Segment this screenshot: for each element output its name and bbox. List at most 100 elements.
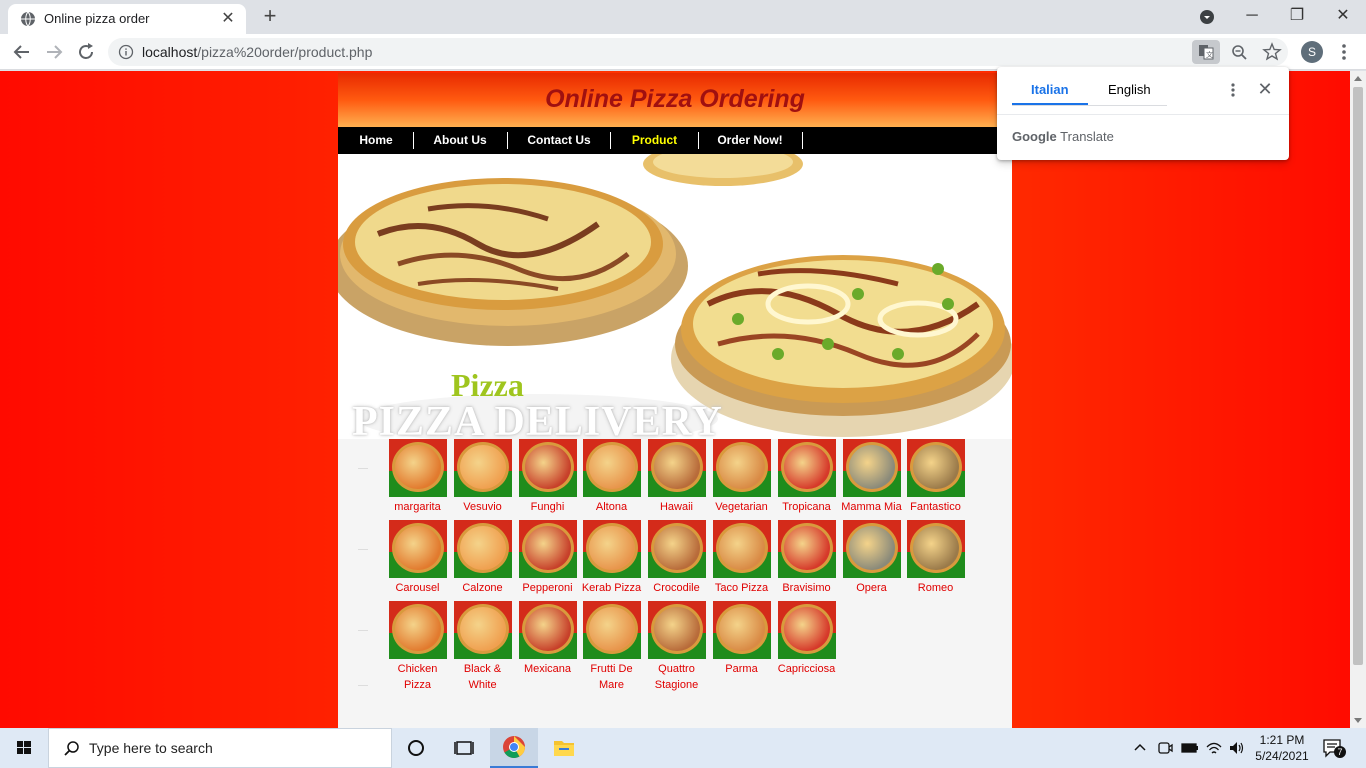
more-options-icon[interactable] xyxy=(1225,81,1241,99)
product-image[interactable] xyxy=(518,520,577,578)
volume-icon[interactable] xyxy=(1228,740,1246,756)
tab-close-icon[interactable]: ✕ xyxy=(218,9,238,29)
product-name[interactable]: Crocodile Pizza xyxy=(644,580,709,596)
product-item[interactable]: Bravisimo xyxy=(774,520,839,596)
product-name[interactable]: margarita xyxy=(385,499,450,515)
product-name[interactable]: Black & White xyxy=(450,661,515,693)
product-image[interactable] xyxy=(388,439,447,497)
close-popup-icon[interactable]: ✕ xyxy=(1255,79,1275,99)
task-view-icon[interactable] xyxy=(440,728,488,768)
zoom-icon[interactable] xyxy=(1226,40,1254,64)
page-scrollbar[interactable] xyxy=(1350,71,1366,728)
product-image[interactable] xyxy=(647,520,706,578)
product-item[interactable]: Fantastico xyxy=(903,439,968,515)
translate-tab-english[interactable]: English xyxy=(1108,82,1151,106)
new-tab-button[interactable]: + xyxy=(258,5,282,29)
product-image[interactable] xyxy=(388,601,447,659)
product-image[interactable] xyxy=(777,520,836,578)
product-item[interactable]: Chicken Pizza xyxy=(385,601,450,693)
cortana-icon[interactable] xyxy=(392,728,440,768)
product-item[interactable]: Altona xyxy=(579,439,644,515)
info-icon[interactable] xyxy=(118,44,134,60)
product-image[interactable] xyxy=(582,601,641,659)
product-item[interactable]: Kerab Pizza xyxy=(579,520,644,596)
product-name[interactable]: Tropicana xyxy=(774,499,839,515)
product-item[interactable]: Frutti De Mare xyxy=(579,601,644,693)
bookmark-star-icon[interactable] xyxy=(1258,40,1286,64)
product-item[interactable]: Pepperoni xyxy=(515,520,580,596)
nav-home[interactable]: Home xyxy=(346,127,406,154)
product-image[interactable] xyxy=(777,439,836,497)
product-image[interactable] xyxy=(582,520,641,578)
product-item[interactable]: Quattro Stagione xyxy=(644,601,709,693)
product-name[interactable]: Capricciosa xyxy=(774,661,839,677)
product-item[interactable]: Black & White xyxy=(450,601,515,693)
product-name[interactable]: Bravisimo xyxy=(774,580,839,596)
back-icon[interactable] xyxy=(10,40,34,64)
product-name[interactable]: Vesuvio xyxy=(450,499,515,515)
taskbar-clock[interactable]: 1:21 PM 5/24/2021 xyxy=(1248,732,1316,764)
product-item[interactable]: Romeo xyxy=(903,520,968,596)
product-item[interactable]: Funghi xyxy=(515,439,580,515)
notification-center-button[interactable]: 7 xyxy=(1322,738,1346,758)
product-image[interactable] xyxy=(453,601,512,659)
product-item[interactable]: Taco Pizza xyxy=(709,520,774,596)
product-name[interactable]: Funghi xyxy=(515,499,580,515)
meet-now-icon[interactable] xyxy=(1156,740,1174,756)
chevron-up-icon[interactable] xyxy=(1132,740,1148,756)
product-item[interactable]: Opera xyxy=(839,520,904,596)
product-image[interactable] xyxy=(842,439,901,497)
taskbar-search-box[interactable]: Type here to search xyxy=(48,728,392,768)
product-item[interactable]: Capricciosa xyxy=(774,601,839,677)
product-image[interactable] xyxy=(518,439,577,497)
reload-icon[interactable] xyxy=(74,40,98,64)
product-image[interactable] xyxy=(647,439,706,497)
scroll-down-icon[interactable] xyxy=(1354,718,1362,723)
product-name[interactable]: Hawaii xyxy=(644,499,709,515)
forward-icon[interactable] xyxy=(42,40,66,64)
address-bar[interactable]: localhost/pizza%20order/product.php 文 xyxy=(108,38,1288,66)
translate-icon[interactable]: 文 xyxy=(1192,40,1220,64)
product-item[interactable]: Carousel xyxy=(385,520,450,596)
product-name[interactable]: Quattro Stagione xyxy=(644,661,709,693)
product-image[interactable] xyxy=(906,439,965,497)
product-name[interactable]: Romeo xyxy=(903,580,968,596)
scroll-up-icon[interactable] xyxy=(1354,76,1362,81)
product-name[interactable]: Frutti De Mare xyxy=(579,661,644,693)
product-name[interactable]: Altona xyxy=(579,499,644,515)
product-image[interactable] xyxy=(777,601,836,659)
product-item[interactable]: margarita xyxy=(385,439,450,515)
browser-tab[interactable]: Online pizza order ✕ xyxy=(8,4,246,34)
minimize-button[interactable]: ─ xyxy=(1237,4,1267,28)
product-item[interactable]: Parma xyxy=(709,601,774,677)
product-image[interactable] xyxy=(518,601,577,659)
product-name[interactable]: Pepperoni xyxy=(515,580,580,596)
restore-button[interactable]: ❐ xyxy=(1282,4,1312,28)
nav-order-now[interactable]: Order Now! xyxy=(709,127,791,154)
product-item[interactable]: Mexicana xyxy=(515,601,580,677)
product-image[interactable] xyxy=(647,601,706,659)
product-item[interactable]: Vesuvio xyxy=(450,439,515,515)
chrome-taskbar-button[interactable] xyxy=(490,728,538,768)
file-explorer-icon[interactable] xyxy=(540,728,588,768)
product-image[interactable] xyxy=(906,520,965,578)
nav-product[interactable]: Product xyxy=(621,127,688,154)
product-name[interactable]: Chicken Pizza xyxy=(385,661,450,693)
scrollbar-thumb[interactable] xyxy=(1353,87,1363,665)
nav-about-us[interactable]: About Us xyxy=(424,127,496,154)
tab-search-button[interactable] xyxy=(1192,4,1222,28)
product-name[interactable]: Kerab Pizza xyxy=(579,580,644,596)
product-name[interactable]: Mamma Mia xyxy=(839,499,904,515)
product-image[interactable] xyxy=(582,439,641,497)
windows-start-icon[interactable] xyxy=(0,728,48,768)
product-image[interactable] xyxy=(712,601,771,659)
product-image[interactable] xyxy=(712,520,771,578)
battery-icon[interactable] xyxy=(1180,740,1200,756)
close-window-button[interactable]: ✕ xyxy=(1328,4,1358,28)
product-name[interactable]: Vegetarian xyxy=(709,499,774,515)
product-name[interactable]: Parma xyxy=(709,661,774,677)
product-image[interactable] xyxy=(453,439,512,497)
product-name[interactable]: Fantastico xyxy=(903,499,968,515)
product-name[interactable]: Opera xyxy=(839,580,904,596)
browser-menu-icon[interactable] xyxy=(1336,42,1352,62)
